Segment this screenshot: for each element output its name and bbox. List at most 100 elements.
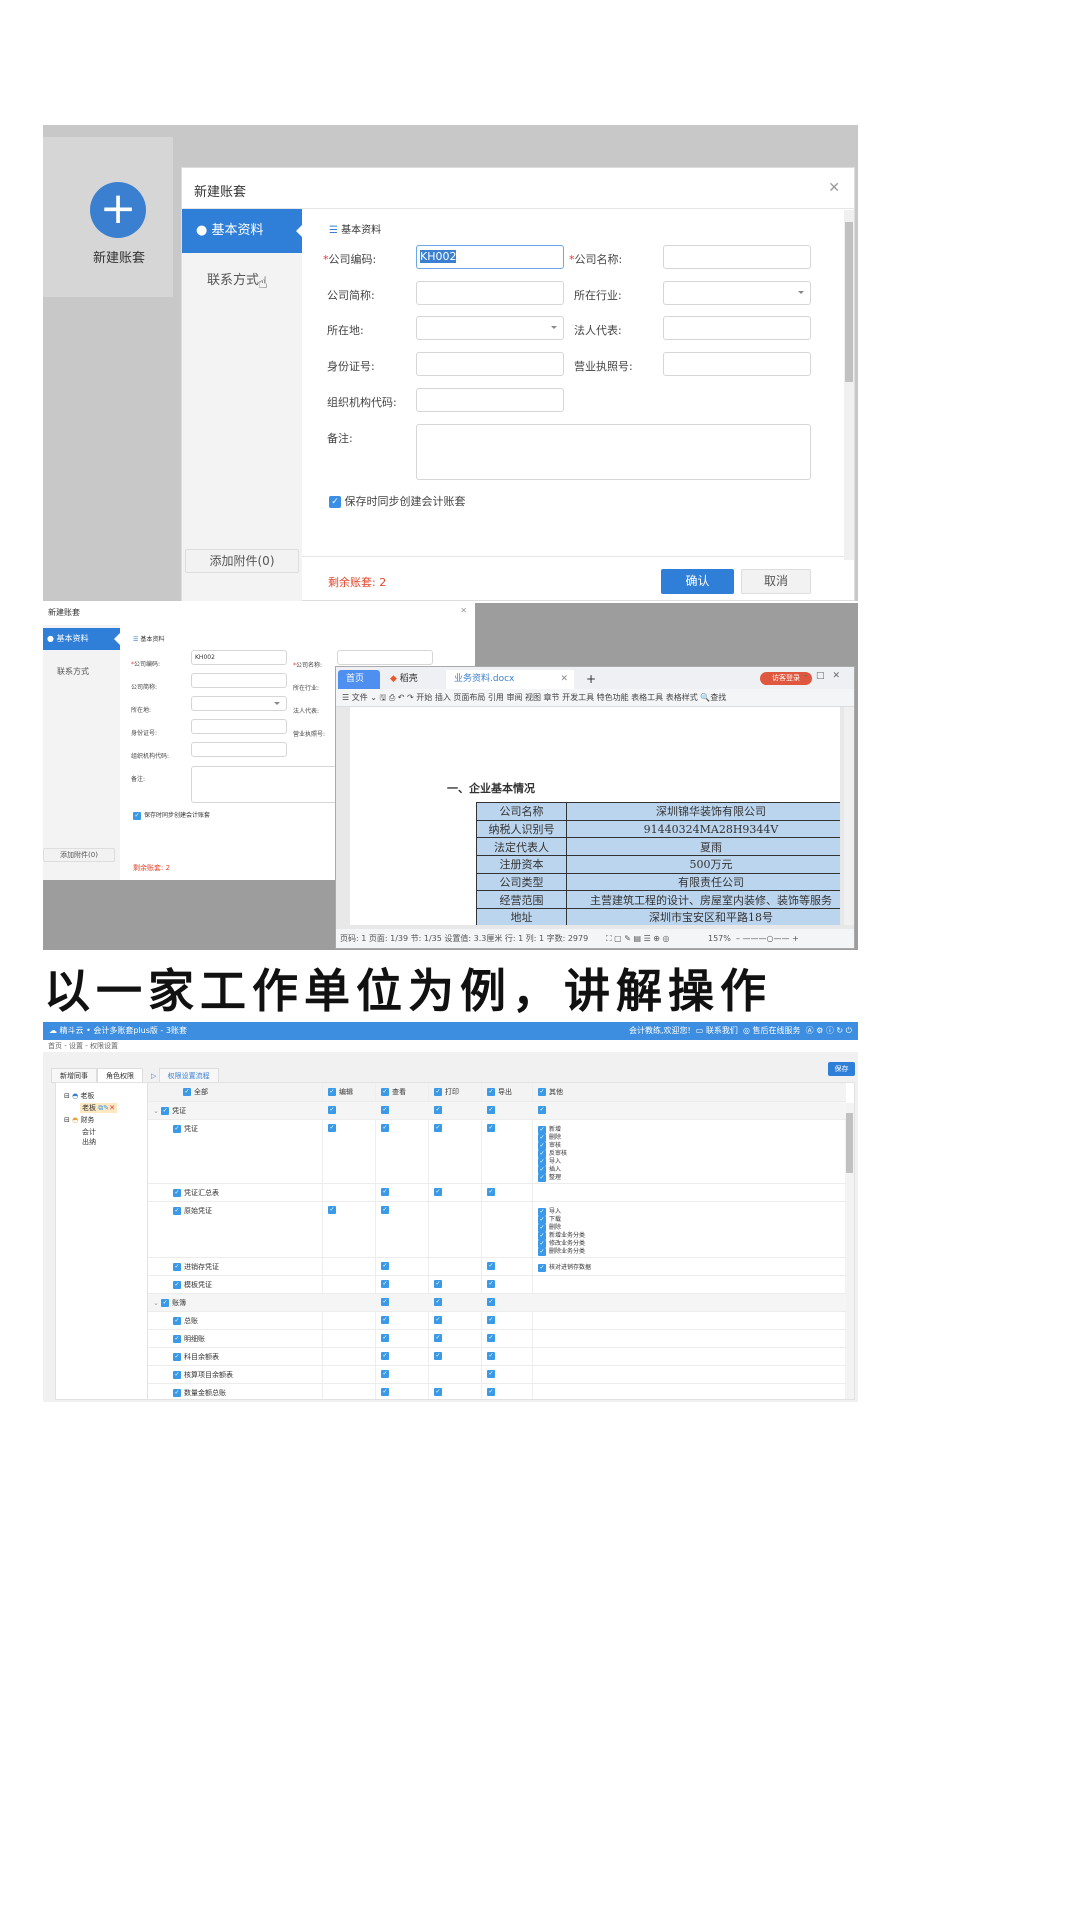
row-name[interactable]: ⌄ ✓ 凭证 <box>153 1106 186 1116</box>
tab-docer[interactable]: ◆ 稻壳 <box>382 670 442 689</box>
confirm-button[interactable]: 确认 <box>661 569 734 594</box>
nav-basic-info[interactable]: ● 基本资料 <box>43 628 121 650</box>
permission-checkbox[interactable]: ✓ <box>434 1316 445 1324</box>
service-link[interactable]: ◎ 售后在线服务 <box>743 1026 801 1035</box>
column-header[interactable]: ✓ 打印 <box>434 1087 459 1097</box>
column-header[interactable]: ✓ 查看 <box>381 1087 406 1097</box>
permission-checkbox[interactable]: ✓ <box>434 1124 445 1132</box>
company-code-input[interactable]: KH002 <box>416 245 564 269</box>
permission-checkbox[interactable]: ✓ <box>381 1388 392 1396</box>
zoom-level[interactable]: 157% <box>708 929 731 948</box>
permission-checkbox[interactable]: ✓ <box>381 1370 392 1378</box>
tab-role-permission[interactable]: 角色权限 <box>97 1068 143 1083</box>
industry-select[interactable] <box>663 281 811 305</box>
row-name[interactable]: ✓ 总账 <box>173 1316 198 1326</box>
permission-checkbox[interactable]: ✓ <box>487 1352 498 1360</box>
permission-checkbox[interactable]: ✓ <box>487 1334 498 1342</box>
permission-checkbox[interactable]: ✓ <box>381 1262 392 1270</box>
permission-checkbox[interactable]: ✓ <box>381 1280 392 1288</box>
id-number-input[interactable] <box>416 352 564 376</box>
permission-checkbox[interactable]: ✓ <box>328 1124 339 1132</box>
permission-checkbox[interactable]: ✓ <box>381 1352 392 1360</box>
row-name[interactable]: ✓ 数量金额总账 <box>173 1388 226 1398</box>
permission-checkbox[interactable]: ✓ <box>328 1106 339 1114</box>
permission-checkbox[interactable]: ✓ <box>381 1188 392 1196</box>
column-header[interactable]: ✓ 导出 <box>487 1087 512 1097</box>
new-tab-icon[interactable]: + <box>578 670 596 689</box>
nav-basic-info[interactable]: ● 基本资料 <box>182 209 303 253</box>
other-permission-checkbox[interactable]: ✓ 核对进销存数据 <box>538 1262 591 1272</box>
sync-checkbox[interactable]: ✓ 保存时同步创建会计账套 <box>329 493 466 509</box>
nav-contact[interactable]: 联系方式 <box>207 269 259 288</box>
ribbon-toolbar[interactable]: ☰ 文件 ⌄ 🖫 ⎙ ↶ ↷ 开始 插入 页面布局 引用 审阅 视图 章节 开发… <box>336 689 854 707</box>
permission-checkbox[interactable]: ✓ <box>434 1106 445 1114</box>
permission-checkbox[interactable]: ✓ <box>434 1334 445 1342</box>
permission-checkbox[interactable]: ✓ <box>434 1280 445 1288</box>
row-name[interactable]: ✓ 凭证 <box>173 1124 198 1134</box>
permission-checkbox[interactable]: ✓ <box>487 1106 498 1114</box>
permission-checkbox[interactable]: ✓ <box>487 1370 498 1378</box>
new-ledger-card[interactable]: + 新建账套 <box>43 137 173 297</box>
org-code-input[interactable] <box>416 388 564 412</box>
permission-checkbox[interactable]: ✓ <box>381 1316 392 1324</box>
company-name-input[interactable] <box>337 650 433 665</box>
location-select[interactable] <box>416 316 564 340</box>
permission-checkbox[interactable]: ✓ <box>487 1316 498 1324</box>
permission-checkbox[interactable]: ✓ <box>434 1388 445 1396</box>
permission-checkbox[interactable]: ✓ <box>381 1124 392 1132</box>
permission-checkbox[interactable]: ✓ <box>434 1352 445 1360</box>
scrollbar[interactable] <box>844 210 854 560</box>
permission-checkbox[interactable]: ✓ <box>381 1298 392 1306</box>
row-name[interactable]: ✓ 模板凭证 <box>173 1280 212 1290</box>
short-name-input[interactable] <box>191 673 287 688</box>
contact-link[interactable]: ▭ 联系我们 <box>696 1026 738 1035</box>
row-name[interactable]: ✓ 明细账 <box>173 1334 205 1344</box>
org-code-input[interactable] <box>191 742 287 757</box>
nav-contact[interactable]: 联系方式 <box>57 666 89 677</box>
tab-home[interactable]: 首页 <box>338 670 380 689</box>
sync-checkbox[interactable]: ✓ 保存时同步创建会计账套 <box>133 810 210 820</box>
permission-checkbox[interactable]: ✓ <box>487 1262 498 1270</box>
remark-textarea[interactable] <box>191 766 341 803</box>
tree-node-boss-role[interactable]: 老板 ⧉✎✕ <box>80 1103 117 1113</box>
scrollbar[interactable] <box>845 1103 854 1399</box>
permission-checkbox[interactable]: ✓ <box>434 1298 445 1306</box>
tree-node-accountant[interactable]: 会计 <box>82 1127 96 1137</box>
tab-document[interactable]: 业务资料.docx ✕ <box>446 670 574 689</box>
row-name[interactable]: ⌄ ✓ 账簿 <box>153 1298 186 1308</box>
close-icon[interactable]: ✕ <box>828 180 840 196</box>
tree-node-boss[interactable]: ⊟ ◓ 老板 <box>64 1091 94 1101</box>
tab-new-colleague[interactable]: 新增同事 <box>51 1068 97 1083</box>
permission-checkbox[interactable]: ✓ <box>381 1206 392 1214</box>
permission-checkbox[interactable]: ✓ <box>381 1334 392 1342</box>
close-icon[interactable]: ✕ <box>460 606 467 615</box>
row-name[interactable]: ✓ 进销存凭证 <box>173 1262 219 1272</box>
permission-checkbox[interactable]: ✓ <box>487 1188 498 1196</box>
legal-rep-input[interactable] <box>663 316 811 340</box>
other-permission-checkbox[interactable]: ✓ 删除业务分类 <box>538 1246 585 1256</box>
permission-checkbox[interactable]: ✓ <box>487 1280 498 1288</box>
row-name[interactable]: ✓ 核算项目余额表 <box>173 1370 233 1380</box>
column-header[interactable]: ✓ 其他 <box>538 1087 563 1097</box>
permission-checkbox[interactable]: ✓ <box>381 1106 392 1114</box>
permission-checkbox[interactable]: ✓ <box>487 1124 498 1132</box>
zoom-slider[interactable]: – ———○—— + <box>736 929 799 948</box>
license-input[interactable] <box>663 352 811 376</box>
company-name-input[interactable] <box>663 245 811 269</box>
permission-checkbox[interactable]: ✓ <box>538 1106 549 1114</box>
plus-icon[interactable]: + <box>90 182 146 238</box>
tree-node-finance[interactable]: ⊟ ◓ 财务 <box>64 1115 94 1125</box>
permission-checkbox[interactable]: ✓ <box>434 1188 445 1196</box>
column-header[interactable]: ✓ 编辑 <box>328 1087 353 1097</box>
add-attachment-button[interactable]: 添加附件(0) <box>185 549 299 573</box>
permission-checkbox[interactable]: ✓ <box>328 1206 339 1214</box>
short-name-input[interactable] <box>416 281 564 305</box>
vertical-scrollbar[interactable] <box>844 707 854 925</box>
save-button[interactable]: 保存 <box>828 1062 855 1076</box>
add-attachment-button[interactable]: 添加附件(0) <box>43 848 115 862</box>
row-name[interactable]: ✓ 凭证汇总表 <box>173 1188 219 1198</box>
window-controls[interactable]: –□✕ <box>803 671 848 681</box>
other-permission-checkbox[interactable]: ✓ 整理 <box>538 1172 561 1182</box>
tree-node-cashier[interactable]: 出纳 <box>82 1137 96 1147</box>
permission-checkbox[interactable]: ✓ <box>487 1388 498 1396</box>
